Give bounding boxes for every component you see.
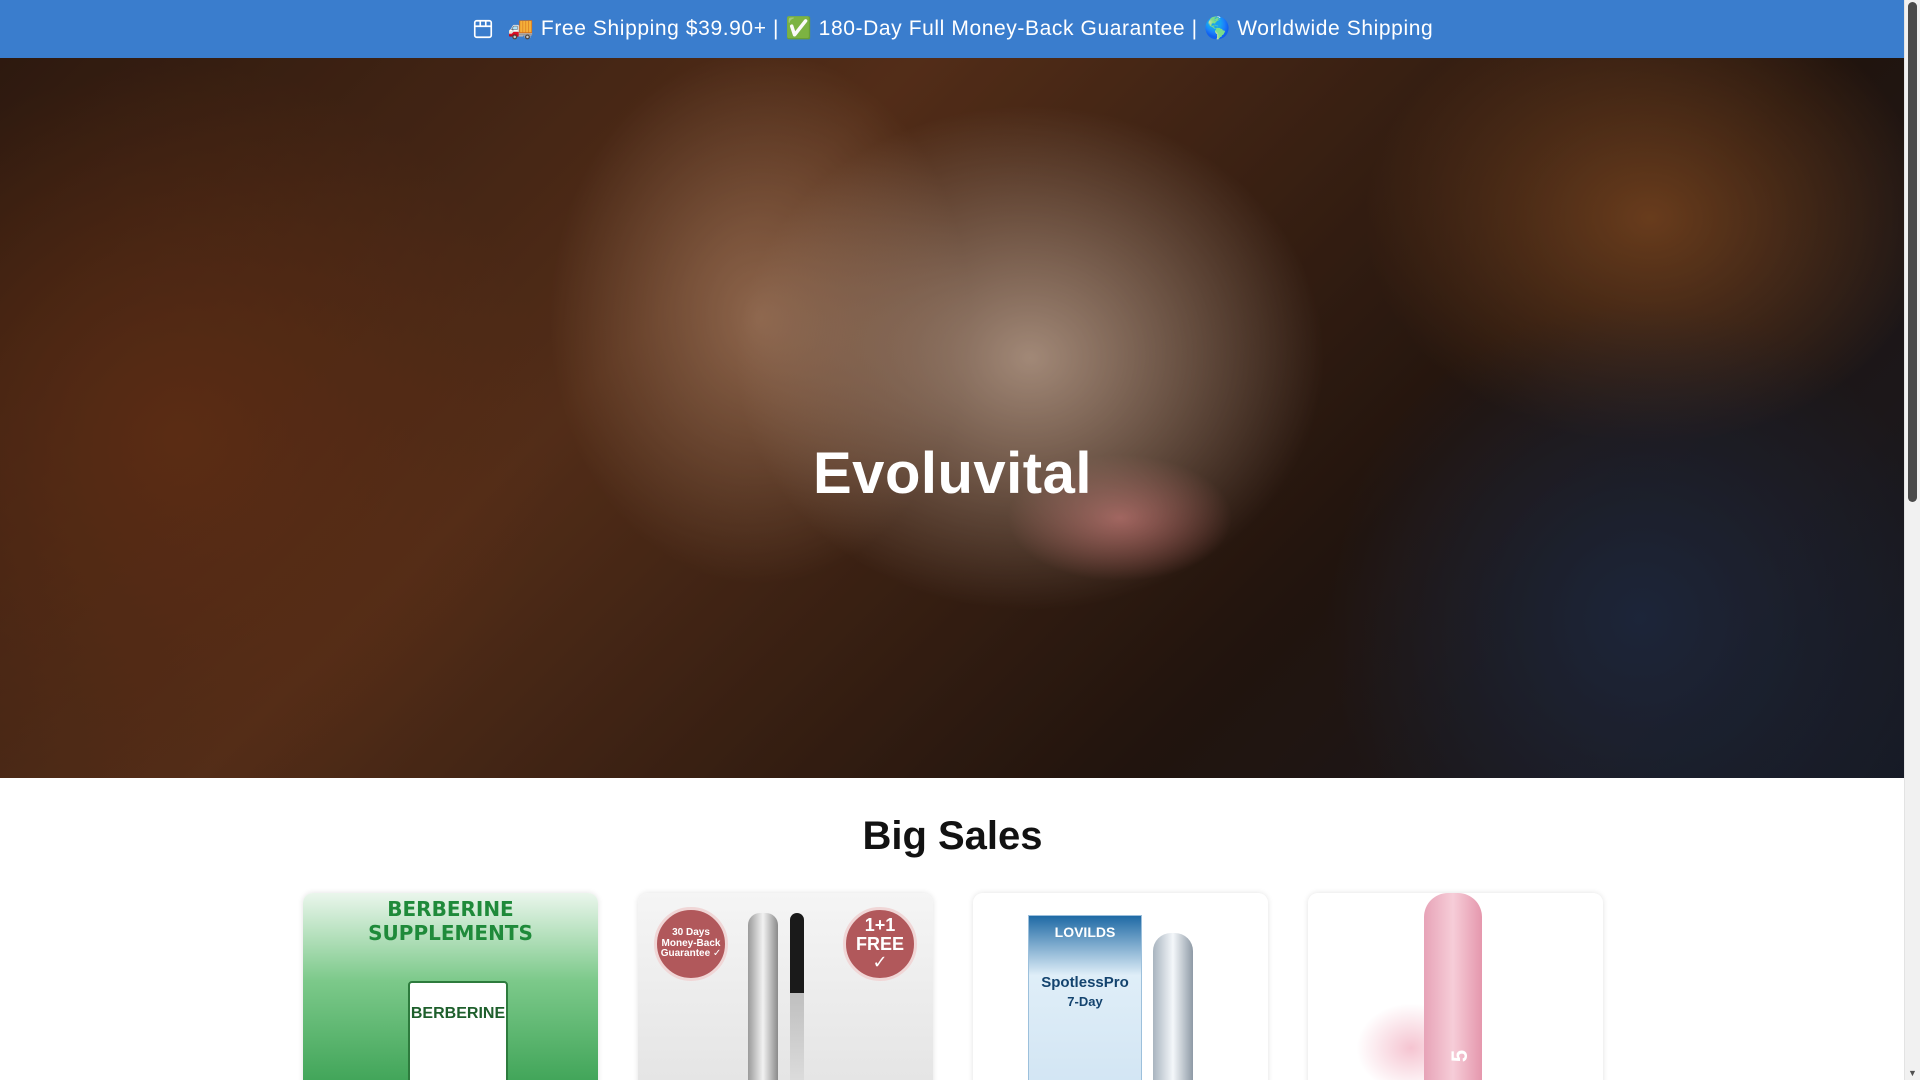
section-title: Big Sales (862, 814, 1043, 858)
mascara-tube (748, 913, 778, 1080)
hero-banner[interactable]: Evoluvital (0, 58, 1905, 778)
scroll-down-arrow-icon[interactable]: ▼ (1905, 1066, 1920, 1080)
product-card-spotlesspro[interactable]: LOVILDS SpotlessPro 7-Day (973, 893, 1268, 1080)
product-card-berberine[interactable]: BERBERINE SUPPLEMENTS BERBERINE (303, 893, 598, 1080)
scrollbar-thumb[interactable] (1908, 2, 1917, 502)
announcement-text: 🚚 Free Shipping $39.90+ | ✅ 180-Day Full… (507, 17, 1434, 40)
hero-title: Evoluvital (813, 441, 1092, 506)
money-back-badge: 30 Days Money-Back Guarantee ✓ (654, 907, 728, 981)
page: 🚚 Free Shipping $39.90+ | ✅ 180-Day Full… (0, 0, 1905, 1080)
store-icon (473, 19, 492, 39)
product-label: 5 (1447, 1049, 1473, 1063)
product-box-label: BERBERINE (410, 1005, 506, 1022)
product-box: BERBERINE (408, 981, 508, 1080)
product-image[interactable]: 30 Days Money-Back Guarantee ✓ 1+1 FREE … (638, 893, 933, 1080)
product-card-mascara[interactable]: 30 Days Money-Back Guarantee ✓ 1+1 FREE … (638, 893, 933, 1080)
product-image[interactable]: BERBERINE SUPPLEMENTS BERBERINE (303, 893, 598, 1080)
product-box-sub: 7-Day (1067, 994, 1103, 1009)
product-box-name: SpotlessPro (1041, 974, 1129, 991)
product-brand: LOVILDS (1054, 924, 1116, 940)
product-image[interactable]: LOVILDS SpotlessPro 7-Day (973, 893, 1268, 1080)
roller-bottle (1153, 933, 1193, 1080)
product-grid: BERBERINE SUPPLEMENTS BERBERINE 30 Days … (303, 893, 1603, 1080)
announcement-bar: 🚚 Free Shipping $39.90+ | ✅ 180-Day Full… (0, 0, 1905, 58)
product-image[interactable]: 5 (1308, 893, 1603, 1080)
promo-badge: 1+1 FREE ✓ (843, 907, 917, 981)
vertical-scrollbar[interactable]: ▲ ▼ (1904, 0, 1920, 1080)
product-card-lip-balm[interactable]: 5 (1308, 893, 1603, 1080)
product-box: LOVILDS SpotlessPro 7-Day (1028, 915, 1142, 1080)
product-image-banner: BERBERINE SUPPLEMENTS (368, 897, 533, 945)
mascara-wand (790, 913, 804, 1080)
